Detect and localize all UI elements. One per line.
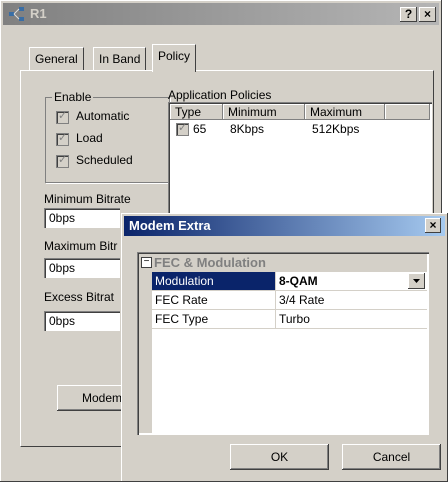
cancel-button[interactable]: Cancel: [342, 444, 441, 470]
category-label: FEC & Modulation: [154, 255, 266, 270]
dialog-title-bar: Modem Extra ×: [124, 216, 445, 236]
help-button[interactable]: ?: [400, 7, 417, 22]
excess-bitrate-label: Excess Bitrat: [44, 290, 115, 304]
property-row-fec-type[interactable]: FEC Type Turbo: [152, 310, 427, 329]
tab-general[interactable]: General: [29, 47, 84, 70]
collapse-icon[interactable]: −: [141, 257, 152, 268]
property-grid[interactable]: − FEC & Modulation Modulation 8-QAM FEC …: [137, 252, 429, 435]
scheduled-label: Scheduled: [76, 153, 133, 167]
enable-group-label: Enable: [52, 90, 94, 104]
dropdown-button[interactable]: [408, 273, 425, 289]
tab-in-band[interactable]: In Band: [93, 47, 147, 70]
chevron-down-icon: [413, 279, 420, 283]
maximum-bitrate-value: 0bps: [49, 261, 76, 275]
column-type[interactable]: Type: [170, 104, 223, 120]
automatic-label: Automatic: [76, 109, 130, 123]
column-maximum[interactable]: Maximum: [305, 104, 385, 120]
policy-type: 65: [193, 122, 207, 136]
modem-extra-dialog: Modem Extra × − FEC & Modulation Modulat…: [121, 213, 448, 482]
property-value: Turbo: [279, 312, 310, 326]
window-title: R1: [30, 6, 47, 21]
property-row-fec-rate[interactable]: FEC Rate 3/4 Rate: [152, 291, 427, 310]
maximum-bitrate-label: Maximum Bitr: [44, 239, 118, 253]
property-row-modulation[interactable]: Modulation 8-QAM: [152, 272, 427, 291]
scheduled-checkbox[interactable]: [56, 153, 69, 168]
dialog-title: Modem Extra: [129, 218, 211, 233]
automatic-checkbox[interactable]: [56, 109, 69, 124]
load-checkbox[interactable]: [56, 131, 69, 146]
load-label: Load: [76, 131, 103, 145]
column-filler: [385, 104, 430, 120]
policy-row-checkbox[interactable]: [176, 121, 189, 136]
minimum-bitrate-label: Minimum Bitrate: [44, 192, 131, 206]
dialog-close-button[interactable]: ×: [425, 218, 441, 233]
network-icon: [9, 7, 24, 21]
excess-bitrate-field[interactable]: 0bps: [44, 311, 120, 331]
minimum-bitrate-value: 0bps: [49, 211, 76, 225]
excess-bitrate-value: 0bps: [49, 314, 76, 328]
policy-minimum: 8Kbps: [230, 122, 265, 136]
property-name: FEC Type: [152, 310, 276, 328]
title-bar: R1 ? ×: [3, 3, 439, 25]
property-name: FEC Rate: [152, 291, 276, 309]
property-value: 3/4 Rate: [279, 293, 325, 307]
property-name: Modulation: [152, 272, 276, 290]
property-value: 8-QAM: [279, 274, 318, 288]
app-policies-label: Application Policies: [168, 88, 272, 102]
column-minimum[interactable]: Minimum: [223, 104, 305, 120]
close-button[interactable]: ×: [419, 7, 436, 22]
ok-button[interactable]: OK: [230, 444, 329, 470]
policy-maximum: 512Kbps: [312, 122, 360, 136]
category-fec-modulation[interactable]: − FEC & Modulation: [139, 254, 427, 272]
grid-gutter: [139, 272, 152, 433]
tab-policy[interactable]: Policy: [152, 44, 197, 72]
maximum-bitrate-field[interactable]: 0bps: [44, 258, 120, 278]
minimum-bitrate-field[interactable]: 0bps: [44, 208, 120, 228]
